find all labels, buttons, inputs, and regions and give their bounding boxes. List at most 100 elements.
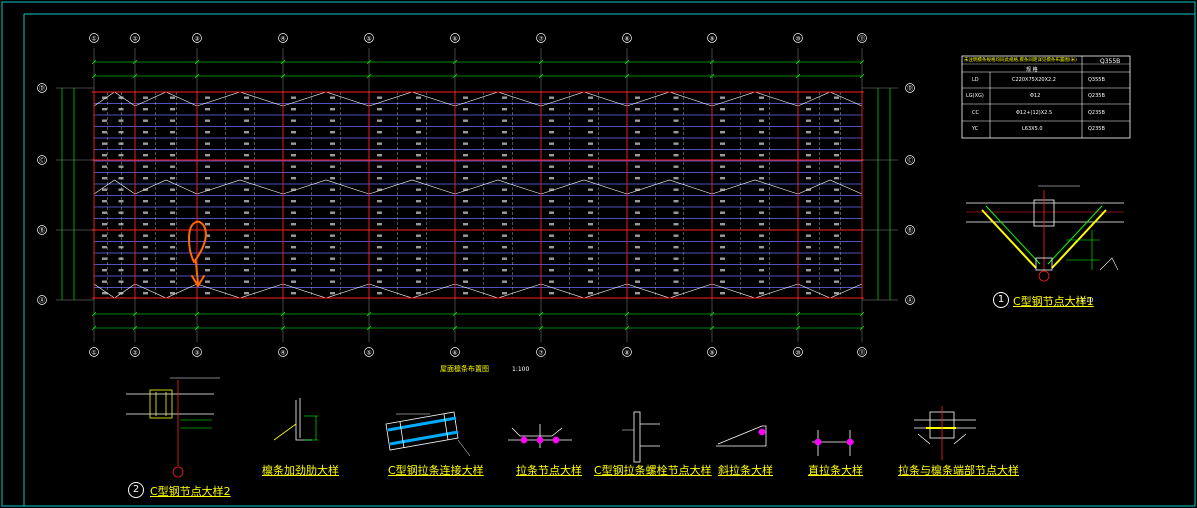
member-tag: [720, 200, 725, 203]
member-tag: [102, 142, 107, 145]
member-tag: [118, 257, 124, 260]
row-axis-label: Ⓓ: [39, 85, 45, 93]
table-cell-spec: C220X75X20X2.2: [1012, 77, 1056, 83]
member-tag: [244, 131, 249, 134]
member-tag: [377, 154, 382, 157]
detail-4-drawing[interactable]: [385, 411, 471, 457]
member-tag: [143, 108, 148, 111]
member-tag: [143, 280, 148, 283]
member-tag: [205, 165, 210, 168]
member-tag: [205, 188, 210, 191]
member-tag: [330, 108, 335, 111]
member-tag: [416, 223, 421, 226]
column-axis-label: ②: [132, 350, 138, 357]
member-tag: [806, 257, 811, 260]
member-tag: [673, 165, 679, 168]
member-tag: [330, 269, 335, 272]
member-tag: [102, 96, 107, 99]
member-tag: [330, 257, 335, 260]
member-tag: [635, 223, 640, 226]
member-tag: [834, 280, 839, 283]
member-tag: [416, 119, 421, 122]
member-tag: [170, 142, 175, 145]
member-tag: [759, 292, 764, 295]
member-tag: [834, 257, 839, 260]
member-tag: [170, 234, 175, 237]
member-tag: [377, 234, 382, 237]
member-tag: [416, 188, 421, 191]
tie-rod-bracing: [711, 91, 799, 107]
member-tag: [635, 188, 640, 191]
member-tag: [377, 165, 382, 168]
detail-6-drawing[interactable]: [622, 411, 660, 463]
member-tag: [377, 188, 382, 191]
member-tag: [118, 165, 124, 168]
member-tag: [673, 131, 679, 134]
table-header-grade: Q355B: [1100, 58, 1121, 65]
member-tag: [759, 165, 764, 168]
member-tag: [143, 177, 148, 180]
member-tag: [205, 211, 210, 214]
tie-rod-bracing: [282, 283, 370, 299]
member-tag: [549, 177, 554, 180]
member-tag: [720, 177, 725, 180]
detail-3-drawing[interactable]: [273, 398, 318, 441]
detail-2-drawing[interactable]: [126, 377, 220, 478]
detail-1-drawing[interactable]: [966, 185, 1124, 282]
member-tag: [759, 223, 764, 226]
member-tag: [170, 119, 175, 122]
detail-9-drawing[interactable]: [914, 406, 976, 460]
member-tag: [759, 211, 764, 214]
member-tag: [205, 200, 210, 203]
detail-1-number: 1: [993, 292, 1009, 308]
member-tag: [635, 211, 640, 214]
roof-purlin-plan[interactable]: ① ① ② ② ③ ③ ④ ④ ⑤ ⑤ ⑥ ⑥ ⑦ ⑦ ⑧ ⑧ ⑨ ⑨ ⑩ ⑩ ⑪ ⑪ Ⓓ Ⓓ Ⓒ Ⓒ Ⓑ Ⓑ Ⓐ Ⓐ: [37, 33, 915, 357]
table-cell-code: LD: [972, 77, 979, 83]
member-tag: [330, 200, 335, 203]
member-tag: [806, 188, 811, 191]
detail-8-drawing[interactable]: [812, 430, 854, 456]
member-tag: [205, 131, 210, 134]
detail-5-drawing[interactable]: [508, 424, 572, 448]
member-tag: [170, 154, 175, 157]
column-axis-label: ②: [132, 36, 138, 43]
member-tag: [502, 119, 507, 122]
member-tag: [588, 165, 593, 168]
member-tag: [806, 269, 811, 272]
member-tag: [806, 154, 811, 157]
member-tag: [244, 119, 249, 122]
member-tag: [463, 234, 468, 237]
tie-rod-bracing: [134, 179, 198, 195]
tie-rod-bracing: [454, 91, 542, 107]
member-tag: [102, 154, 107, 157]
member-tag: [416, 280, 421, 283]
member-tag: [291, 96, 296, 99]
column-axis-label: ⑥: [452, 350, 457, 357]
member-tag: [102, 119, 107, 122]
member-tag: [502, 234, 507, 237]
member-tag: [806, 234, 811, 237]
member-tag: [549, 96, 554, 99]
member-tag: [635, 234, 640, 237]
member-tag: [588, 223, 593, 226]
member-tag: [143, 188, 148, 191]
member-tag: [635, 131, 640, 134]
column-axis-label: ⑤: [366, 36, 371, 43]
member-tag: [244, 269, 249, 272]
member-tag: [720, 211, 725, 214]
column-axis-label: ⑤: [366, 350, 371, 357]
member-tag: [502, 269, 507, 272]
table-cell-grade: Q355B: [1088, 77, 1105, 83]
member-tag: [463, 211, 468, 214]
member-tag: [463, 108, 468, 111]
member-tag: [673, 211, 679, 214]
member-tag: [330, 165, 335, 168]
member-tag: [720, 142, 725, 145]
member-tag: [463, 96, 468, 99]
detail-7-drawing[interactable]: [716, 425, 767, 447]
member-tag: [549, 223, 554, 226]
member-tag: [416, 211, 421, 214]
member-tag: [588, 269, 593, 272]
member-tag: [170, 280, 175, 283]
member-tag: [143, 96, 148, 99]
